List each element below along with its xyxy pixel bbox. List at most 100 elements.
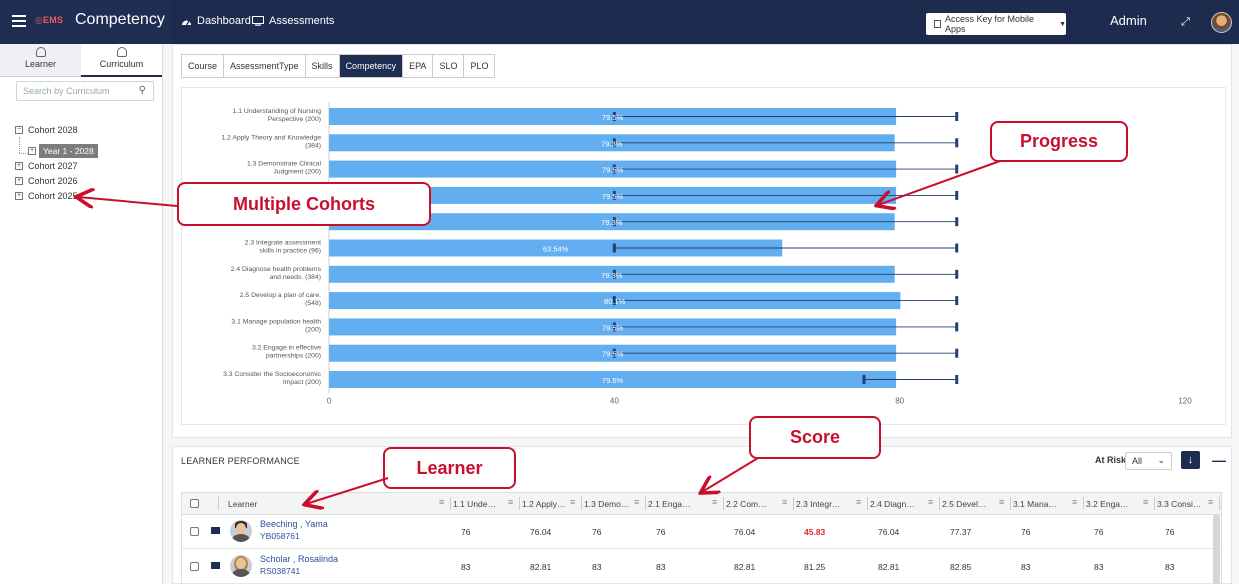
score-cell: 77.37	[950, 527, 972, 537]
range-end-marker	[955, 322, 959, 332]
column-menu-icon[interactable]: ≡	[1208, 497, 1213, 507]
tab-curriculum[interactable]: Curriculum	[81, 44, 162, 77]
tab-plo[interactable]: PLO	[464, 55, 495, 77]
category-tabs: Course AssessmentType Skills Competency EPA S…	[181, 54, 496, 78]
expand-icon[interactable]: +	[28, 147, 36, 155]
score-cell: 82.85	[950, 562, 972, 572]
column-menu-icon[interactable]: ≡	[999, 497, 1004, 507]
header-separator	[867, 497, 868, 510]
tree-node-cohort-2028[interactable]: − Cohort 2028	[15, 125, 78, 135]
score-cell: 82.81	[878, 562, 900, 572]
column-header[interactable]: 2.4 Diagn…	[870, 499, 915, 509]
column-menu-icon[interactable]: ≡	[634, 497, 639, 507]
learner-id[interactable]: RS038741	[260, 566, 300, 576]
range-end-marker	[955, 190, 959, 200]
user-avatar[interactable]	[1211, 12, 1232, 33]
column-menu-icon[interactable]: ≡	[570, 497, 575, 507]
column-header[interactable]: 1.1 Unde…	[453, 499, 496, 509]
table-row[interactable]: Scholar , Rosalinda RS038741 83 82.81 83 83 82…	[182, 550, 1221, 584]
user-name[interactable]: Admin	[1110, 13, 1147, 28]
column-menu-icon[interactable]: ≡	[1072, 497, 1077, 507]
tree-node-cohort-2027[interactable]: + Cohort 2027	[15, 161, 78, 171]
score-marker	[612, 243, 616, 253]
grid-scrollbar[interactable]	[1213, 515, 1220, 584]
tab-course[interactable]: Course	[182, 55, 225, 77]
column-menu-icon[interactable]: ≡	[439, 497, 444, 507]
collapse-icon[interactable]: −	[15, 126, 23, 134]
header-separator	[1154, 497, 1155, 510]
download-arrow-icon: ↓	[1187, 454, 1194, 466]
column-header[interactable]: 1.2 Apply…	[522, 499, 565, 509]
column-header[interactable]: 2.5 Devel…	[942, 499, 986, 509]
tree-node-cohort-2026[interactable]: + Cohort 2026	[15, 176, 78, 186]
column-header[interactable]: 3.2 Enga…	[1086, 499, 1129, 509]
search-icon[interactable]: ⚲	[139, 85, 146, 96]
row-checkbox[interactable]	[190, 562, 199, 571]
learner-name-link[interactable]: Scholar , Rosalinda	[260, 554, 338, 564]
header-separator	[645, 497, 646, 510]
value-label: 79.5%	[602, 350, 624, 359]
callout-learner: Learner	[383, 447, 516, 489]
column-menu-icon[interactable]: ≡	[1143, 497, 1148, 507]
category-label: 2.3 Integrate assessment skills in practi…	[245, 240, 321, 255]
tab-curriculum-label: Curriculum	[99, 59, 144, 69]
column-header[interactable]: 3.1 Mana…	[1013, 499, 1057, 509]
expand-icon[interactable]: +	[15, 177, 23, 185]
grid-header: Learner ≡ 1.1 Unde… ≡ 1.2 Apply… ≡ 1.3 Demo… ≡ 2…	[182, 493, 1221, 515]
tab-skills[interactable]: Skills	[305, 55, 340, 77]
nav-dashboard[interactable]: Dashboard	[181, 15, 251, 27]
curriculum-icon	[116, 47, 127, 57]
fullscreen-icon[interactable]: ⤢	[1181, 16, 1190, 29]
tree-connector	[19, 153, 28, 154]
envelope-icon[interactable]	[211, 527, 220, 534]
column-header[interactable]: 3.3 Consi…	[1157, 499, 1201, 509]
x-tick-label: 120	[1178, 396, 1192, 405]
top-navbar: ◎EMS Competency Dashboard Assessments Ac…	[0, 0, 1239, 44]
table-row[interactable]: Beeching , Yama YB058761 76 76.04 76 76 76.04 4…	[182, 515, 1221, 549]
column-menu-icon[interactable]: ≡	[856, 497, 861, 507]
tab-competency[interactable]: Competency	[339, 55, 404, 77]
column-menu-icon[interactable]: ≡	[928, 497, 933, 507]
learner-name-link[interactable]: Beeching , Yama	[260, 519, 328, 529]
at-risk-label: At Risk	[1095, 455, 1127, 465]
tab-slo[interactable]: SLO	[433, 55, 465, 77]
envelope-icon[interactable]	[211, 562, 220, 569]
hamburger-menu-icon[interactable]	[12, 15, 26, 27]
at-risk-select[interactable]: All ⌄	[1125, 452, 1172, 470]
nav-assessments-label: Assessments	[269, 15, 335, 27]
column-header[interactable]: 1.3 Demo…	[584, 499, 629, 509]
column-header[interactable]: 2.1 Enga…	[648, 499, 691, 509]
learner-id[interactable]: YB058761	[260, 531, 300, 541]
download-button[interactable]: ↓	[1181, 451, 1200, 469]
header-separator	[1219, 497, 1220, 510]
tree-node-year-1[interactable]: + Year 1 - 2028	[28, 144, 98, 158]
tree-node-cohort-2025[interactable]: + Cohort 2025	[15, 191, 78, 201]
column-header[interactable]: Learner	[228, 499, 257, 509]
expand-icon[interactable]: +	[15, 192, 23, 200]
column-menu-icon[interactable]: ≡	[508, 497, 513, 507]
score-cell: 76.04	[878, 527, 900, 537]
tab-learner[interactable]: Learner	[0, 44, 81, 77]
nav-assessments[interactable]: Assessments	[252, 15, 334, 27]
left-sidebar: Learner Curriculum Search by Curriculum …	[0, 44, 163, 584]
callout-progress: Progress	[990, 121, 1128, 162]
column-menu-icon[interactable]: ≡	[712, 497, 717, 507]
category-label: 1.1 Understanding of Nursing Perspective …	[233, 108, 322, 123]
expand-icon[interactable]: +	[15, 162, 23, 170]
curriculum-search-input[interactable]: Search by Curriculum ⚲	[16, 81, 154, 101]
header-separator	[1010, 497, 1011, 510]
tab-epa[interactable]: EPA	[403, 55, 434, 77]
column-header[interactable]: 2.2 Com…	[726, 499, 767, 509]
tree-label: Cohort 2026	[28, 176, 78, 186]
tree-label: Cohort 2025	[28, 191, 78, 201]
at-risk-value: All	[1132, 456, 1143, 466]
select-all-checkbox[interactable]	[190, 499, 199, 508]
column-menu-icon[interactable]: ≡	[782, 497, 787, 507]
column-header[interactable]: 2.3 Integr…	[796, 499, 840, 509]
access-key-dropdown[interactable]: Access Key for Mobile Apps ▼	[926, 13, 1066, 35]
row-checkbox[interactable]	[190, 527, 199, 536]
collapse-panel-button[interactable]: —	[1212, 452, 1226, 468]
header-separator	[450, 497, 451, 510]
tab-assessmenttype[interactable]: AssessmentType	[224, 55, 306, 77]
x-tick-label: 80	[895, 396, 904, 405]
